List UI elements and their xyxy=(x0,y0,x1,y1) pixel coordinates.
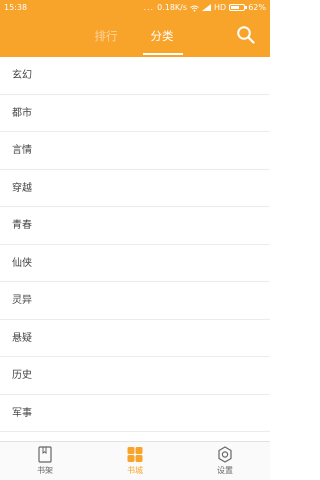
tab-category[interactable]: 分类 xyxy=(140,15,184,57)
category-item[interactable]: 仙侠 xyxy=(0,245,270,282)
bookstore-icon xyxy=(127,447,143,462)
category-item[interactable]: 悬疑 xyxy=(0,320,270,357)
network-type: HD xyxy=(214,3,227,12)
settings-icon xyxy=(218,446,232,463)
search-icon xyxy=(237,26,255,44)
nav-settings[interactable]: 设置 xyxy=(200,442,250,480)
nav-bookshelf[interactable]: 书架 xyxy=(20,442,70,480)
nav-bookstore[interactable]: 书城 xyxy=(110,442,160,480)
category-item[interactable]: 历史 xyxy=(0,357,270,395)
nav-bookshelf-label: 书架 xyxy=(37,466,53,475)
bookshelf-icon xyxy=(38,446,52,463)
category-item[interactable]: 都市 xyxy=(0,95,270,132)
tab-ranking[interactable]: 排行 xyxy=(84,15,128,57)
category-item[interactable]: 玄幻 xyxy=(0,57,270,95)
category-item[interactable]: 青春 xyxy=(0,207,270,245)
status-dots: ... xyxy=(143,3,155,12)
category-list: 玄幻 都市 言情 穿越 青春 仙侠 灵异 悬疑 历史 军事 xyxy=(0,57,270,432)
battery-percent: 62% xyxy=(248,3,266,12)
wifi-icon xyxy=(190,5,199,12)
status-time: 15:38 xyxy=(4,3,28,12)
category-item[interactable]: 军事 xyxy=(0,395,270,432)
category-item[interactable]: 穿越 xyxy=(0,170,270,207)
top-tabs: 排行 分类 xyxy=(0,15,270,57)
search-button[interactable] xyxy=(236,25,256,45)
network-speed: 0.18K/s xyxy=(157,3,188,12)
status-bar: 15:38 ... 0.18K/s HD 62% xyxy=(0,0,270,15)
bottom-nav: 书架 书城 设置 xyxy=(0,441,270,480)
status-indicators: ... 0.18K/s HD 62% xyxy=(143,0,266,15)
app-header: 15:38 ... 0.18K/s HD 62% 排行 分类 xyxy=(0,0,270,57)
battery-icon xyxy=(229,4,248,11)
nav-bookstore-label: 书城 xyxy=(127,466,143,475)
active-tab-indicator xyxy=(143,53,183,55)
category-item[interactable]: 言情 xyxy=(0,132,270,170)
category-item[interactable]: 灵异 xyxy=(0,282,270,320)
signal-icon xyxy=(202,4,212,11)
battery-fill xyxy=(231,6,239,9)
nav-settings-label: 设置 xyxy=(217,466,233,475)
